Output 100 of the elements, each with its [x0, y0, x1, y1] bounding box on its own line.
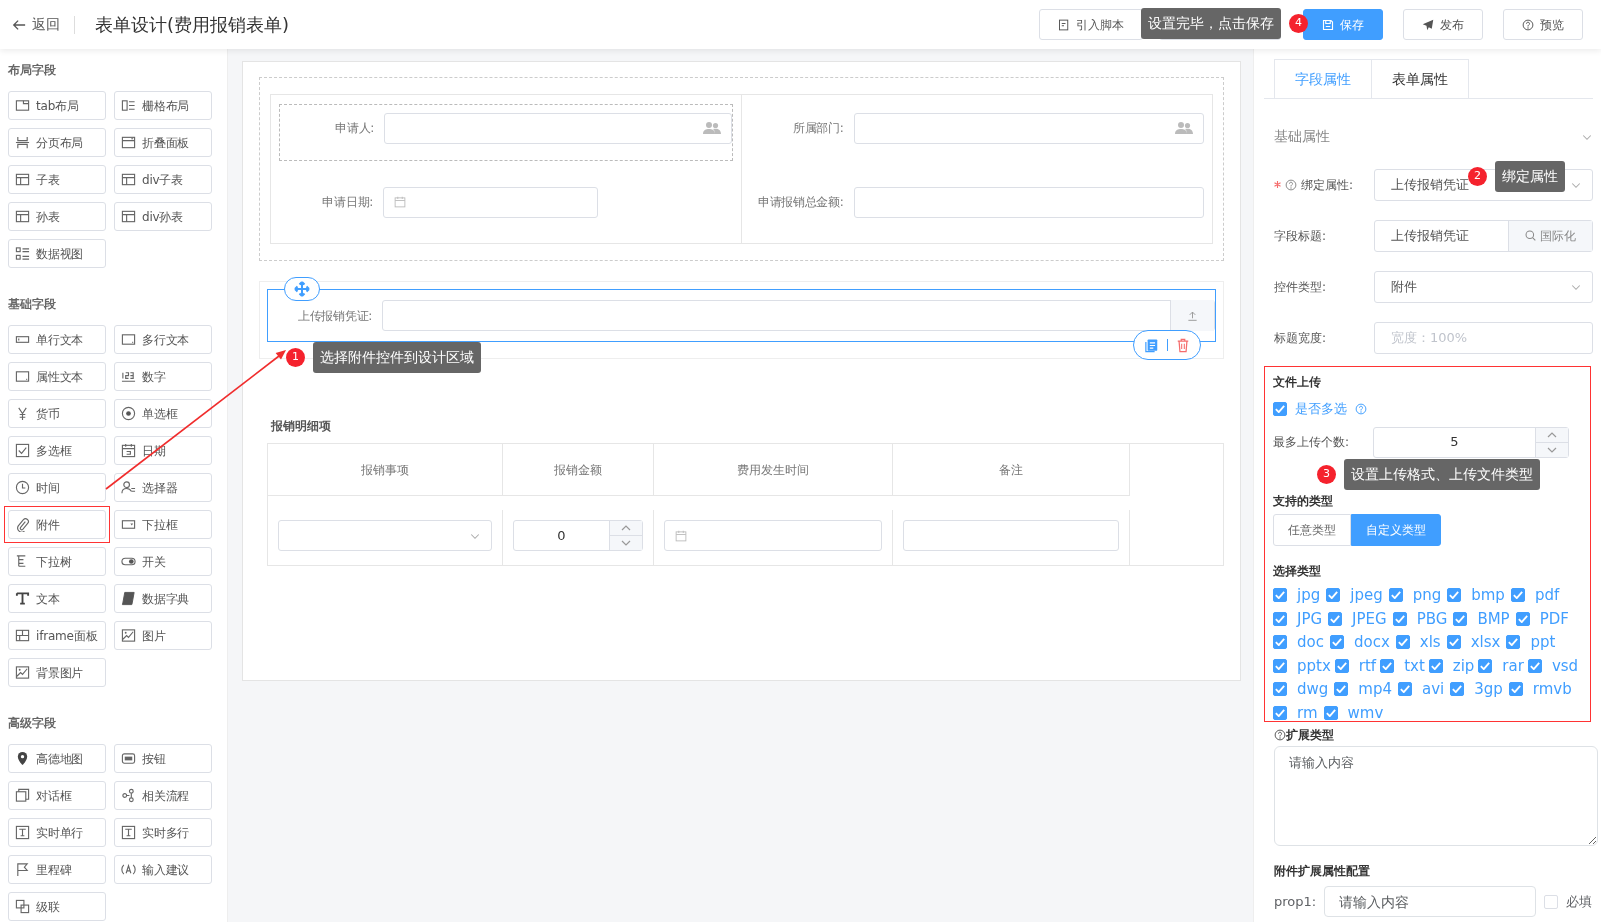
palette-item[interactable]: 相关流程: [114, 781, 212, 810]
checkbox[interactable]: [1428, 658, 1443, 673]
input-field[interactable]: [278, 520, 492, 551]
calendar-icon: [121, 443, 136, 458]
checkbox[interactable]: [1273, 611, 1287, 626]
input-field[interactable]: 上传报销凭证 国际化: [1374, 219, 1593, 252]
palette-item[interactable]: 图片: [114, 621, 212, 650]
palette-item[interactable]: 输入建议: [114, 855, 212, 884]
check-icon: [1331, 638, 1342, 647]
checkbox[interactable]: [1506, 635, 1521, 650]
palette-item[interactable]: 数据字典: [114, 584, 212, 613]
palette-item[interactable]: 数据视图: [8, 239, 106, 268]
checkbox[interactable]: [1478, 658, 1493, 673]
script-button[interactable]: 引入脚本: [1039, 9, 1143, 40]
palette-item[interactable]: div子表: [114, 165, 212, 194]
checkbox[interactable]: [1527, 658, 1542, 673]
palette-item[interactable]: 文本: [8, 584, 106, 613]
checkbox[interactable]: [1328, 611, 1343, 626]
chevron-down-icon: [1547, 446, 1557, 453]
input-field[interactable]: [664, 520, 882, 551]
palette-item[interactable]: 选择器: [114, 473, 212, 502]
checkbox[interactable]: [1398, 682, 1412, 697]
input-field[interactable]: [853, 112, 1204, 144]
checkbox[interactable]: [1273, 682, 1287, 697]
checkbox[interactable]: [1392, 611, 1407, 626]
palette-item[interactable]: 背景图片: [8, 658, 106, 687]
back-link[interactable]: 返回: [8, 15, 75, 34]
stepper[interactable]: [609, 521, 642, 550]
copy-button[interactable]: [1144, 337, 1159, 353]
selected-field-frame[interactable]: 申请人:: [279, 103, 733, 161]
checkbox[interactable]: [1334, 682, 1349, 697]
checkbox-label: dwg: [1297, 679, 1329, 700]
input-field[interactable]: [853, 186, 1204, 218]
input-field[interactable]: [384, 112, 732, 144]
input-field[interactable]: 请输入内容: [1324, 886, 1537, 917]
publish-button[interactable]: 发布: [1403, 9, 1483, 40]
palette-item[interactable]: 附件: [8, 510, 106, 539]
move-handle[interactable]: [284, 277, 320, 301]
checkbox[interactable]: [1380, 658, 1395, 673]
checkbox[interactable]: [1508, 682, 1523, 697]
palette-item[interactable]: 实时单行: [8, 818, 106, 847]
checkbox[interactable]: [1446, 635, 1461, 650]
palette-item[interactable]: 单行文本: [8, 325, 106, 354]
palette-item[interactable]: div孙表: [114, 202, 212, 231]
checkbox[interactable]: [1388, 588, 1403, 603]
palette-item[interactable]: 多选框: [8, 436, 106, 465]
palette-item[interactable]: 下拉框: [114, 510, 212, 539]
checkbox[interactable]: [1326, 588, 1341, 603]
palette-item[interactable]: 按钮: [114, 744, 212, 773]
palette-item[interactable]: 属性文本: [8, 362, 106, 391]
checkbox[interactable]: [1510, 588, 1525, 603]
palette-item[interactable]: 折叠面板: [114, 128, 212, 157]
i18n-button[interactable]: 国际化: [1508, 220, 1592, 251]
checkbox[interactable]: [1273, 588, 1287, 603]
palette-item[interactable]: 高德地图: [8, 744, 106, 773]
textarea-field[interactable]: 请输入内容: [1274, 746, 1598, 846]
palette-item[interactable]: 货币: [8, 399, 106, 428]
checkbox[interactable]: [1273, 401, 1287, 416]
palette-item[interactable]: 实时多行: [114, 818, 212, 847]
palette-item[interactable]: 下拉树: [8, 547, 106, 576]
delete-button[interactable]: [1175, 337, 1190, 353]
palette-item[interactable]: 对话框: [8, 781, 106, 810]
checkbox[interactable]: [1450, 682, 1465, 697]
upload-button[interactable]: [1170, 300, 1214, 331]
palette-item[interactable]: 多行文本: [114, 325, 212, 354]
checkbox[interactable]: [1453, 611, 1468, 626]
checkbox[interactable]: [1273, 635, 1287, 650]
palette-item[interactable]: 级联: [8, 892, 106, 921]
palette-item[interactable]: 栅格布局: [114, 91, 212, 120]
input-field[interactable]: [383, 186, 598, 218]
select-field[interactable]: 附件: [1374, 270, 1593, 303]
checkbox[interactable]: [1323, 705, 1338, 720]
checkbox[interactable]: [1395, 635, 1410, 650]
selected-field-frame[interactable]: 上传报销凭证:: [267, 289, 1216, 342]
checkbox[interactable]: [1329, 635, 1344, 650]
tab[interactable]: 表单属性: [1372, 59, 1469, 98]
preview-button[interactable]: 预览: [1503, 9, 1583, 40]
checkbox[interactable]: [1273, 658, 1287, 673]
checkbox[interactable]: [1515, 611, 1530, 626]
checkbox[interactable]: [1447, 588, 1462, 603]
palette-item[interactable]: tab布局: [8, 91, 106, 120]
palette-item[interactable]: 里程碑: [8, 855, 106, 884]
number-field[interactable]: 5: [1373, 426, 1569, 458]
palette-item[interactable]: 数字: [114, 362, 212, 391]
section-header[interactable]: 基础属性: [1274, 126, 1593, 147]
page-break-icon: [15, 135, 30, 150]
palette-item[interactable]: 孙表: [8, 202, 106, 231]
palette-item[interactable]: 子表: [8, 165, 106, 194]
input-field[interactable]: [903, 520, 1119, 551]
palette-item[interactable]: 分页布局: [8, 128, 106, 157]
palette-item[interactable]: 开关: [114, 547, 212, 576]
checkbox[interactable]: [1334, 658, 1349, 673]
checkbox[interactable]: [1273, 705, 1287, 720]
palette-item[interactable]: 单选框: [114, 399, 212, 428]
palette-item[interactable]: 时间: [8, 473, 106, 502]
stepper[interactable]: [1535, 427, 1568, 457]
palette-item[interactable]: iframe面板: [8, 621, 106, 650]
segment-button[interactable]: 任意类型: [1273, 513, 1351, 546]
upload-field[interactable]: [382, 300, 1215, 331]
number-field[interactable]: 0: [513, 520, 643, 551]
